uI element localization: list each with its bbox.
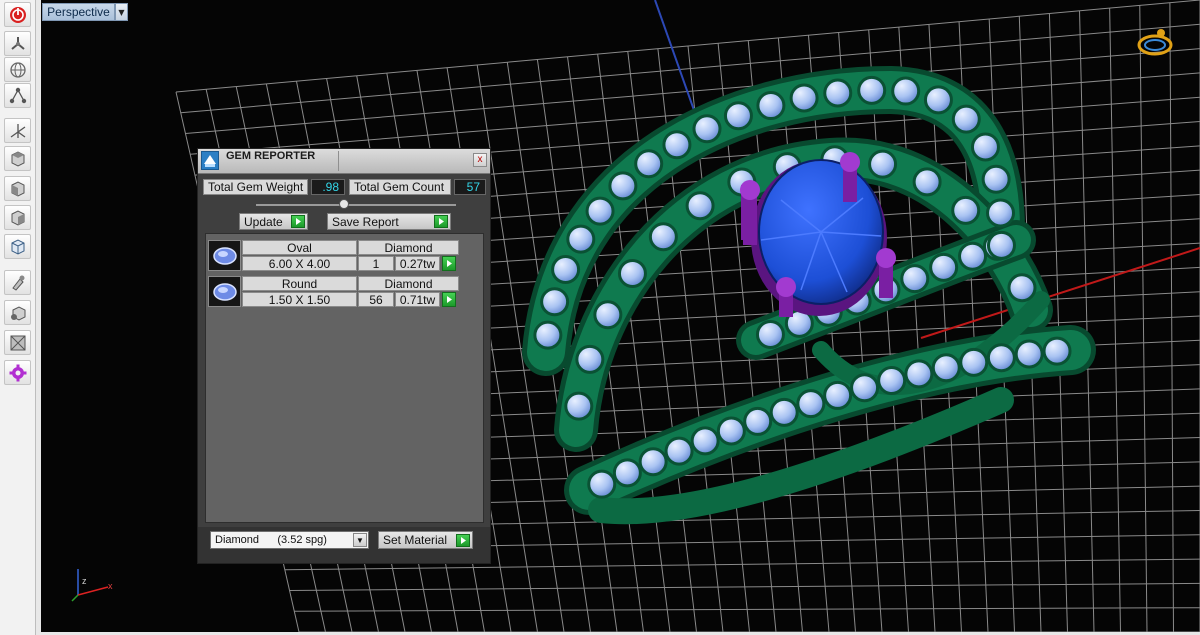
title-divider [338,151,339,171]
slider-handle[interactable] [339,199,349,209]
gem-weight: 0.27tw [395,256,440,271]
set-material-button-label: Set Material [383,533,448,547]
gem-row-round[interactable]: Round 1.50 X 1.50 Diamond 56 0.71tw [208,276,483,308]
chevron-down-icon: ▼ [118,7,125,17]
viewport-tab-label: Perspective [47,5,110,19]
chevron-down-icon: ▼ [353,533,367,547]
cube-persp-icon[interactable] [4,234,31,259]
gem-row-oval[interactable]: Oval 6.00 X 4.00 Diamond 1 0.27tw [208,240,483,272]
update-button-label: Update [244,214,283,229]
gem-weight: 0.71tw [395,292,440,307]
gem-list: Oval 6.00 X 4.00 Diamond 1 0.27tw Round … [205,233,484,523]
set-material-button[interactable]: Set Material [378,531,473,549]
gem-reporter-logo-icon [201,151,219,170]
play-icon [456,533,470,547]
box-icon[interactable] [4,330,31,355]
gem-reporter-panel: GEM REPORTER x Total Gem Weight .98 Tota… [197,148,491,564]
total-gem-weight-label: Total Gem Weight [203,179,308,195]
close-button[interactable]: x [473,153,487,167]
gem-count: 56 [358,292,394,307]
material-select-value: Diamond (3.52 spg) [215,534,327,546]
play-icon [434,215,448,228]
cube-front-icon[interactable] [4,176,31,201]
brush-icon[interactable] [4,270,31,295]
round-gem-icon [208,276,241,307]
ring-gizmo-icon[interactable] [1137,29,1173,56]
gem-material: Diamond [358,240,459,255]
gem-size: 1.50 X 1.50 [242,292,357,307]
gem-count: 1 [358,256,394,271]
gem-size: 6.00 X 4.00 [242,256,357,271]
gem-row-select-button[interactable] [442,256,456,271]
globe-icon[interactable] [4,57,31,82]
update-button[interactable]: Update [239,213,308,230]
axes-icon[interactable] [4,118,31,143]
total-gem-weight-value: .98 [311,179,345,195]
gear-plus-icon[interactable] [4,360,31,385]
viewport-dropdown-button[interactable]: ▼ [115,3,128,21]
axis-indicator: z x [71,569,113,602]
power-icon[interactable] [4,2,31,27]
axis-z-label: z [82,576,87,586]
cube-material-icon[interactable] [4,300,31,325]
total-gem-count-label: Total Gem Count [349,179,451,195]
gem-shape: Round [242,276,357,291]
panel-title: GEM REPORTER [226,150,316,162]
fan-icon[interactable] [4,31,31,56]
total-gem-count-value: 57 [454,179,486,195]
gem-material: Diamond [358,276,459,291]
nodes-icon[interactable] [4,83,31,108]
cube-side-icon[interactable] [4,205,31,230]
save-report-button[interactable]: Save Report [327,213,451,230]
cube-top-icon[interactable] [4,146,31,171]
viewport-tab-perspective[interactable]: Perspective [42,3,115,21]
left-toolbar [0,0,36,635]
axis-x-label: x [108,581,113,591]
save-report-button-label: Save Report [332,214,399,229]
panel-title-bar[interactable]: GEM REPORTER x [198,149,490,174]
oval-gem-icon [208,240,241,271]
gem-shape: Oval [242,240,357,255]
close-icon: x [477,154,483,165]
gem-row-select-button[interactable] [442,292,456,307]
play-icon [291,215,305,228]
material-select[interactable]: Diamond (3.52 spg) ▼ [210,531,369,549]
slider-track [256,204,456,206]
